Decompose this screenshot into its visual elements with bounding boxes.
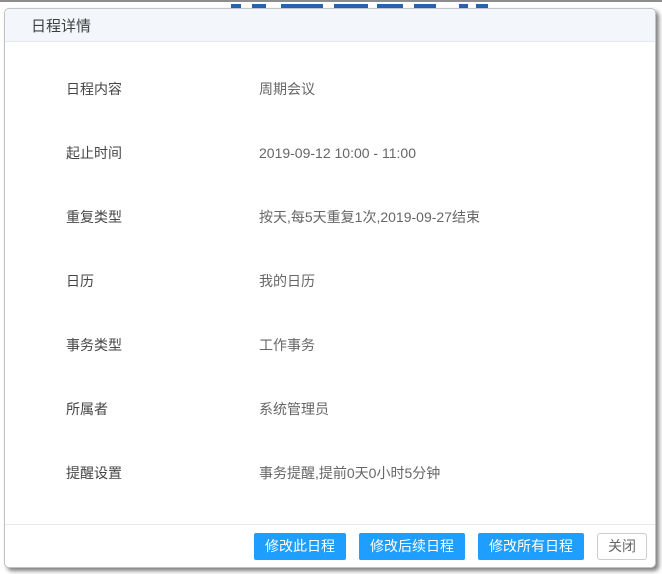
field-value: 周期会议 — [259, 81, 315, 97]
field-value: 2019-09-12 10:00 - 11:00 — [259, 145, 416, 161]
field-row-schedule-content: 日程内容 周期会议 — [66, 80, 655, 144]
schedule-detail-dialog: 日程详情 日程内容 周期会议 起止时间 2019-09-12 10:00 - 1… — [4, 8, 656, 568]
field-row-task-type: 事务类型 工作事务 — [66, 336, 655, 400]
dialog-header: 日程详情 — [5, 9, 655, 42]
modify-following-schedules-button[interactable]: 修改后续日程 — [359, 532, 465, 560]
field-row-repeat-type: 重复类型 按天,每5天重复1次,2019-09-27结束 — [66, 208, 655, 272]
modify-all-schedules-button[interactable]: 修改所有日程 — [478, 532, 584, 560]
close-button[interactable]: 关闭 — [597, 532, 647, 560]
field-value: 工作事务 — [259, 337, 315, 353]
field-label: 重复类型 — [66, 209, 122, 225]
field-value: 按天,每5天重复1次,2019-09-27结束 — [259, 209, 480, 225]
field-row-time-range: 起止时间 2019-09-12 10:00 - 11:00 — [66, 144, 655, 208]
field-value: 事务提醒,提前0天0小时5分钟 — [259, 465, 441, 481]
dialog-title: 日程详情 — [31, 17, 92, 35]
field-label: 事务类型 — [66, 337, 122, 353]
field-label: 起止时间 — [66, 145, 122, 161]
dialog-footer: 修改此日程 修改后续日程 修改所有日程 关闭 — [5, 524, 655, 567]
field-row-owner: 所属者 系统管理员 — [66, 400, 655, 464]
field-row-calendar: 日历 我的日历 — [66, 272, 655, 336]
field-row-reminder: 提醒设置 事务提醒,提前0天0小时5分钟 — [66, 464, 655, 524]
field-value: 我的日历 — [259, 273, 315, 289]
modify-this-schedule-button[interactable]: 修改此日程 — [254, 532, 346, 560]
field-value: 系统管理员 — [259, 401, 329, 417]
field-label: 日历 — [66, 273, 94, 289]
field-label: 提醒设置 — [66, 465, 122, 481]
field-label: 所属者 — [66, 401, 108, 417]
field-label: 日程内容 — [66, 81, 122, 97]
dialog-body: 日程内容 周期会议 起止时间 2019-09-12 10:00 - 11:00 … — [5, 42, 655, 524]
